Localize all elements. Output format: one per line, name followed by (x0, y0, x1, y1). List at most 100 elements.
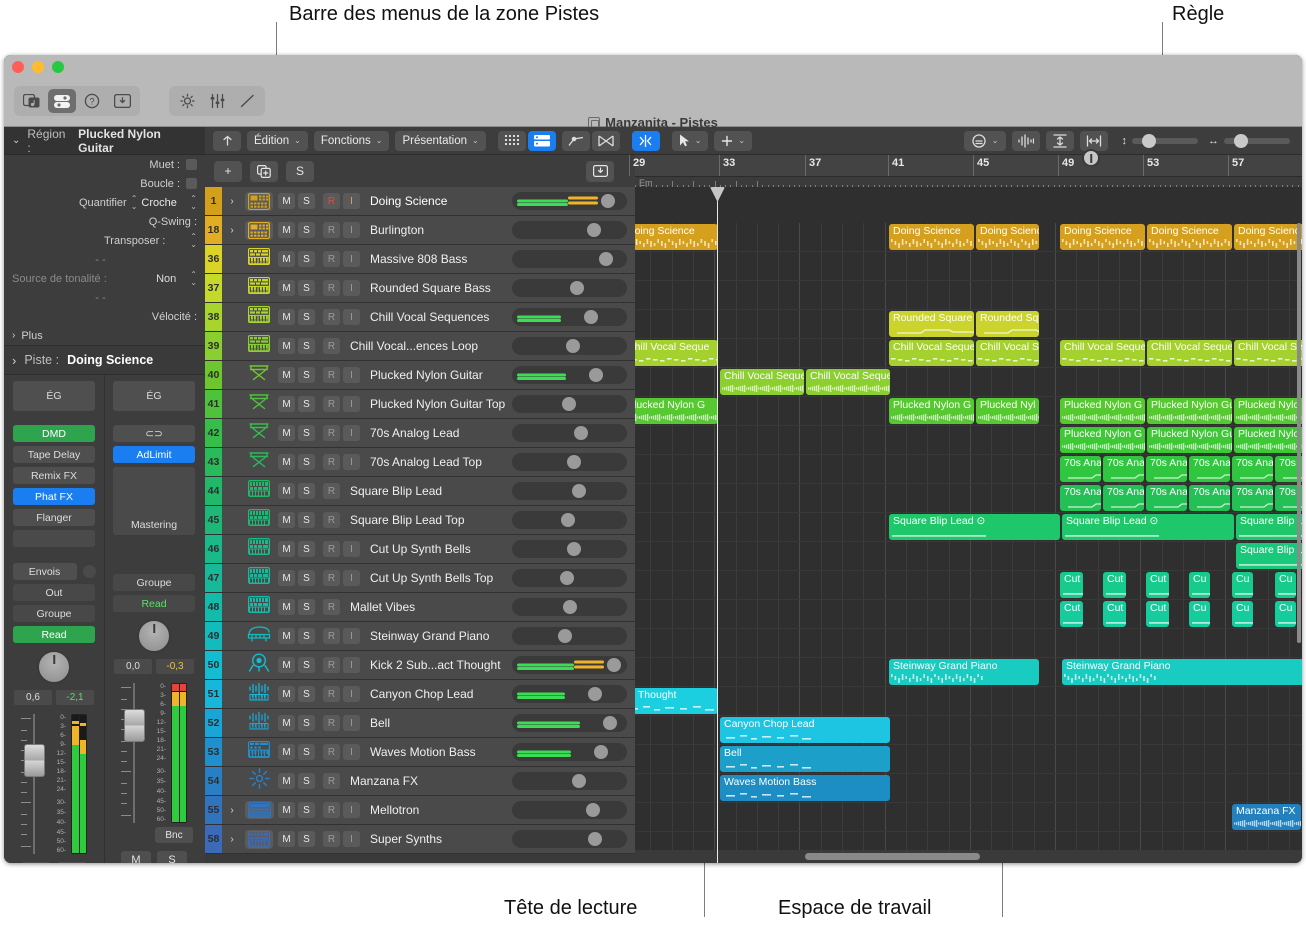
region[interactable]: Plucked Nylon Gu (1147, 427, 1232, 453)
mute-button[interactable]: M (21, 862, 51, 863)
track-name[interactable]: Canyon Chop Lead (360, 687, 512, 701)
level-value[interactable]: -0,3 (156, 659, 194, 674)
track-button-m[interactable]: M (278, 657, 295, 673)
track-button-m[interactable]: M (278, 454, 295, 470)
param-muet[interactable]: Muet : (4, 155, 205, 174)
track-volume-slider[interactable] (512, 656, 627, 674)
region[interactable]: Plucked Nylon Gu (1147, 398, 1232, 424)
transposer-stepper-icon[interactable]: ⌃ ⌄ (190, 233, 197, 248)
pointer-tool-icon[interactable]: ⌄ (671, 130, 709, 151)
track-number[interactable]: 18 (205, 216, 222, 244)
region-lane[interactable]: Canyon Chop Lead (635, 716, 1302, 745)
region[interactable]: 70s Ana (1189, 485, 1230, 511)
mute-button[interactable]: M (121, 851, 151, 863)
keyboard-grid-icon[interactable] (242, 480, 276, 502)
track-volume-knob[interactable] (570, 281, 584, 295)
pan-knob[interactable] (37, 650, 71, 684)
pan-knob[interactable] (137, 619, 171, 653)
track-volume-slider[interactable] (512, 772, 627, 790)
region-lane[interactable]: Plucked Nylon G Plucked Nylon Gu Plucked N… (635, 426, 1302, 455)
track-button-m[interactable]: M (278, 744, 295, 760)
track-number[interactable]: 53 (205, 738, 222, 766)
track-button-r[interactable]: R (323, 773, 340, 789)
param-plus[interactable]: › Plus (4, 326, 205, 345)
audio-keys-icon[interactable] (242, 711, 276, 735)
track-button-s[interactable]: S (298, 454, 315, 470)
track-name[interactable]: Chill Vocal Sequences (360, 310, 512, 324)
track-number[interactable]: 36 (205, 245, 222, 273)
region-lane[interactable] (635, 629, 1302, 658)
horizontal-scroll-thumb[interactable] (805, 853, 980, 860)
region[interactable]: Doing Scienc (1234, 224, 1302, 250)
track-number[interactable]: 54 (205, 767, 222, 795)
quantifier-stepper-icon[interactable]: ⌃ ⌄ (131, 195, 138, 210)
region[interactable]: Rounded Square (889, 311, 974, 337)
region[interactable]: 70s Ana (1060, 485, 1101, 511)
track-name[interactable]: Cut Up Synth Bells Top (360, 571, 512, 585)
track-button-m[interactable]: M (278, 512, 295, 528)
track-number[interactable]: 37 (205, 274, 222, 302)
track-header-row[interactable]: 38 M S R I Chill Vocal Sequences (205, 303, 635, 332)
region[interactable]: Plucked Nylon G (1060, 427, 1145, 453)
track-button-s[interactable]: S (298, 425, 315, 441)
track-button-m[interactable]: M (278, 715, 295, 731)
collapse-tracks-button[interactable] (586, 160, 614, 182)
track-name[interactable]: Massive 808 Bass (360, 252, 512, 266)
track-name[interactable]: Doing Science (360, 194, 512, 208)
track-button-r[interactable]: R (323, 715, 340, 731)
track-volume-knob[interactable] (558, 629, 572, 643)
track-volume-knob[interactable] (587, 223, 601, 237)
track-button-s[interactable]: S (298, 309, 315, 325)
track-button-m[interactable]: M (278, 222, 295, 238)
region[interactable]: Cu (1275, 601, 1296, 627)
track-volume-slider[interactable] (512, 714, 627, 732)
region-lane[interactable]: Bell (635, 745, 1302, 774)
track-number[interactable]: 47 (205, 564, 222, 592)
zoom-button[interactable] (52, 61, 64, 73)
region[interactable]: 70s Ana (1189, 456, 1230, 482)
sends-label[interactable]: Envois (12, 563, 77, 580)
track-button-i[interactable]: I (343, 309, 360, 325)
track-volume-knob[interactable] (572, 774, 586, 788)
region[interactable]: Plucked Nylon G (1060, 398, 1145, 424)
track-volume-knob[interactable] (589, 368, 603, 382)
param-transposer[interactable]: Transposer : ⌃ ⌄ (4, 231, 205, 250)
region[interactable]: Cut (1146, 601, 1169, 627)
catch-playhead-icon[interactable]: ⌄ (963, 130, 1006, 151)
inspector-icon[interactable] (48, 89, 76, 113)
track-volume-slider[interactable] (512, 192, 627, 210)
vertical-scrollbar[interactable] (1296, 223, 1302, 850)
region[interactable]: Cu (1232, 601, 1253, 627)
region[interactable]: Doing Scienc (976, 224, 1039, 250)
drum-machine-icon[interactable] (242, 191, 276, 211)
mixer-icon[interactable] (203, 89, 231, 113)
track-button-r[interactable]: R (323, 512, 340, 528)
region[interactable]: Plucked Nylon G (635, 398, 718, 424)
horizontal-zoom-icon[interactable] (1079, 130, 1108, 151)
track-number[interactable]: 49 (205, 622, 222, 650)
track-header-row[interactable]: 45 M S R Square Blip Lead Top (205, 506, 635, 535)
track-button-m[interactable]: M (278, 541, 295, 557)
track-button-m[interactable]: M (278, 483, 295, 499)
region[interactable]: Chill Vocal Se (1234, 340, 1302, 366)
track-number[interactable]: 52 (205, 709, 222, 737)
track-name[interactable]: 70s Analog Lead (360, 426, 512, 440)
track-button-i[interactable]: I (343, 454, 360, 470)
guitar-stand-icon[interactable] (242, 393, 276, 415)
solo-button[interactable]: S (57, 862, 87, 863)
region[interactable]: Cut (1060, 601, 1083, 627)
bounce-button[interactable]: Bnc (155, 827, 193, 843)
region[interactable]: Cut (1146, 572, 1169, 598)
track-number[interactable]: 46 (205, 535, 222, 563)
help-icon[interactable]: ? (78, 89, 106, 113)
region[interactable]: Rounded Sq (976, 311, 1039, 337)
track-header-row[interactable]: 39 M S R Chill Vocal...ences Loop (205, 332, 635, 361)
track-name[interactable]: Burlington (360, 223, 512, 237)
flex-icon[interactable] (591, 130, 620, 151)
solo-track-button[interactable]: S (286, 160, 314, 182)
param-boucle[interactable]: Boucle : (4, 174, 205, 193)
region[interactable]: Chill Vocal S (976, 340, 1039, 366)
menu-fonctions[interactable]: Fonctions ⌄ (313, 130, 390, 151)
track-number[interactable]: 50 (205, 651, 222, 679)
region[interactable]: 70s Ana (1146, 456, 1187, 482)
